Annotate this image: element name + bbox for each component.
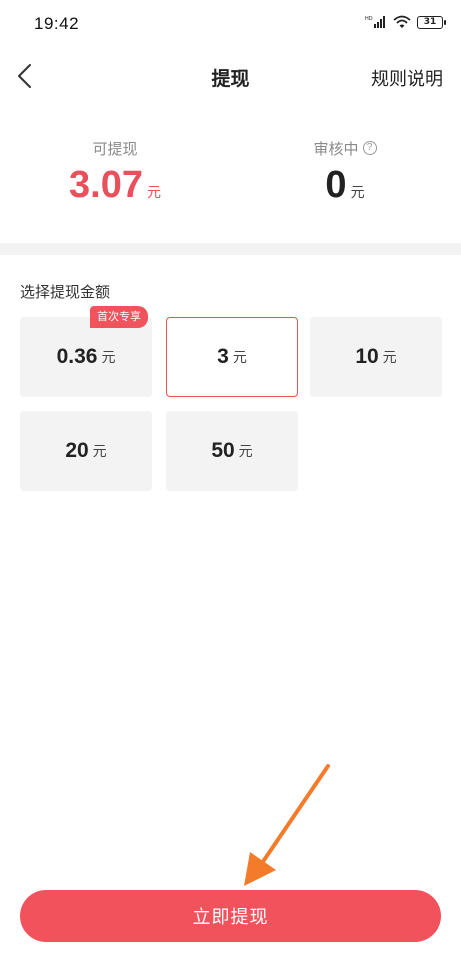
amount-option-value: 50 xyxy=(211,439,235,462)
balance-summary: 可提现 3.07 元 审核中 ? 0 元 xyxy=(0,108,461,243)
pending-label-text: 审核中 xyxy=(313,139,359,158)
amount-option-value: 20 xyxy=(65,439,89,462)
amount-option-20[interactable]: 20 元 xyxy=(20,411,152,491)
help-icon[interactable]: ? xyxy=(362,141,377,155)
pending-label: 审核中 ? xyxy=(230,138,460,158)
wifi-icon xyxy=(393,15,411,28)
withdrawable-unit: 元 xyxy=(146,185,161,201)
section-divider xyxy=(0,243,461,255)
withdrawable-amount: 3.07 xyxy=(69,164,143,206)
svg-text:HD: HD xyxy=(365,16,373,22)
amount-option-unit: 元 xyxy=(92,444,107,460)
withdrawable-label: 可提现 xyxy=(0,138,230,158)
amount-option-unit: 元 xyxy=(382,350,397,366)
amount-option-value: 10 xyxy=(355,345,379,368)
pending-amount: 0 xyxy=(325,164,347,206)
amount-option-unit: 元 xyxy=(232,350,247,366)
amount-option-unit: 元 xyxy=(238,444,253,460)
pending-value-row: 0 元 xyxy=(230,164,460,207)
amount-option-50[interactable]: 50 元 xyxy=(166,411,298,491)
pending-unit: 元 xyxy=(350,185,365,201)
withdrawable-value-row: 3.07 元 xyxy=(0,164,230,207)
nav-bar: 提现 规则说明 xyxy=(0,46,461,108)
amount-option-3[interactable]: 3 元 xyxy=(166,317,298,397)
annotation-arrow-icon xyxy=(244,764,330,886)
status-icons: HD 31 xyxy=(365,15,446,29)
amount-option-unit: 元 xyxy=(101,350,116,366)
amount-section-title: 选择提现金额 xyxy=(20,283,111,301)
withdraw-button[interactable]: 立即提现 xyxy=(20,890,441,942)
amount-option-0-36[interactable]: 首次专享 0.36 元 xyxy=(20,306,152,397)
amount-option-value: 3 xyxy=(217,345,229,368)
back-icon[interactable] xyxy=(14,62,36,90)
rules-link[interactable]: 规则说明 xyxy=(371,65,443,91)
first-time-badge: 首次专享 xyxy=(90,306,148,328)
battery-icon: 31 xyxy=(417,15,446,29)
pending-balance: 审核中 ? 0 元 xyxy=(230,108,460,207)
amount-option-value: 0.36 xyxy=(56,345,98,368)
signal-icon: HD xyxy=(365,16,385,28)
withdrawable-balance: 可提现 3.07 元 xyxy=(0,108,230,207)
status-bar: 19:42 HD 31 xyxy=(0,0,461,46)
status-time: 19:42 xyxy=(34,14,80,33)
amount-option-10[interactable]: 10 元 xyxy=(310,317,442,397)
withdrawable-label-text: 可提现 xyxy=(92,139,138,158)
